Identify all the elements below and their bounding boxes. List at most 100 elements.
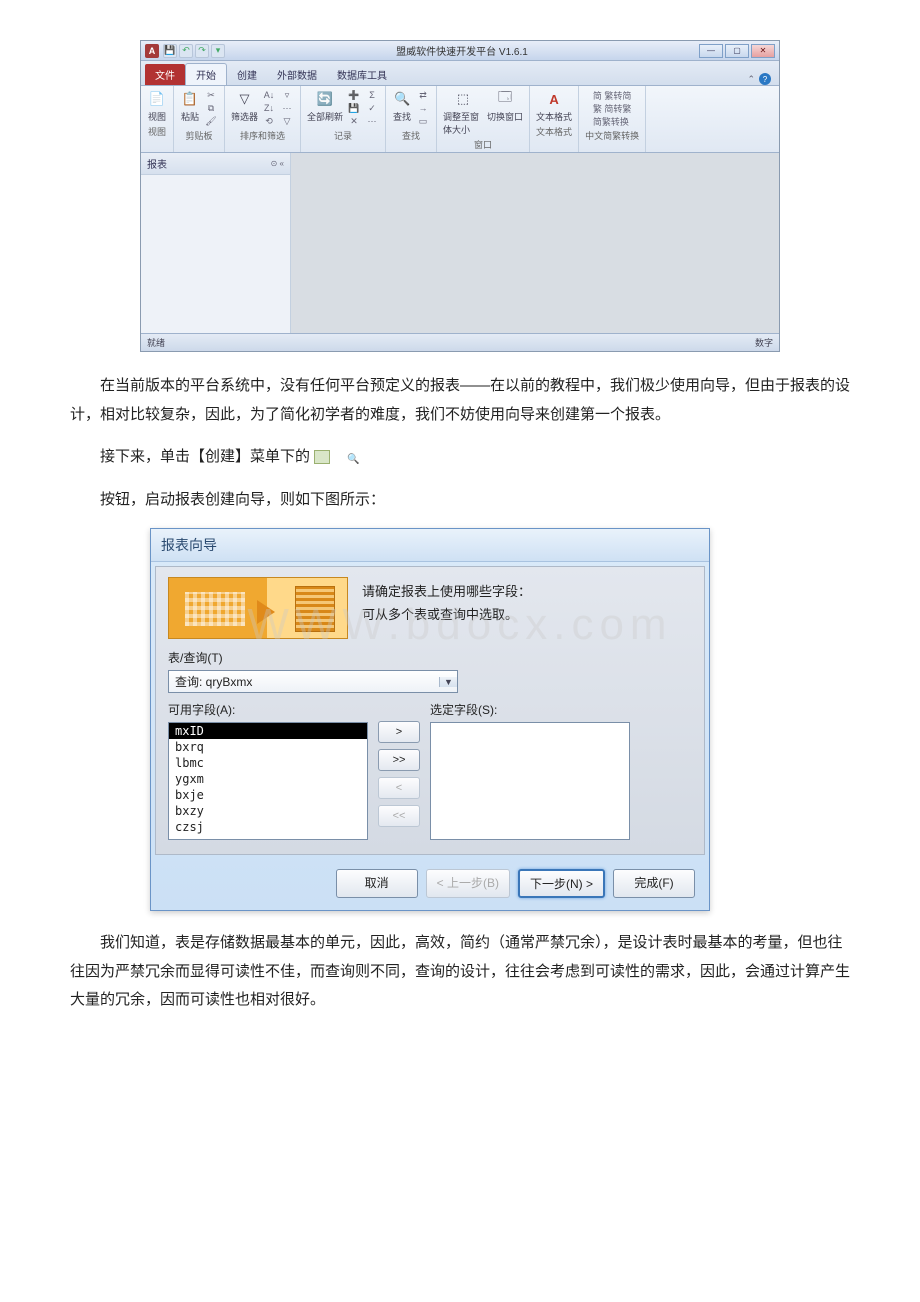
nav-header[interactable]: 报表 ⊙ « bbox=[141, 153, 290, 175]
arrow-icon bbox=[257, 600, 275, 624]
adv-filter-icon[interactable]: ⋯ bbox=[280, 102, 294, 114]
maximize-button[interactable]: ▢ bbox=[725, 44, 749, 58]
view-label: 视图 bbox=[148, 110, 166, 123]
clear-sort-icon[interactable]: ⟲ bbox=[262, 115, 276, 127]
list-item[interactable]: ygxm bbox=[169, 771, 367, 787]
delete-record-icon[interactable]: ✕ bbox=[347, 115, 361, 127]
article-body: 在当前版本的平台系统中，没有任何平台预定义的报表——在以前的教程中，我们极少使用… bbox=[70, 372, 850, 514]
textfmt-button[interactable]: A 文本格式 bbox=[536, 89, 572, 123]
more-records-icon[interactable]: ⋯ bbox=[365, 115, 379, 127]
qat-redo-icon[interactable]: ↷ bbox=[195, 44, 209, 58]
list-item[interactable]: bxrq bbox=[169, 739, 367, 755]
resize-button[interactable]: ⬚ 调整至窗体大小 bbox=[443, 89, 483, 136]
nav-toggle-icon[interactable]: ⊙ « bbox=[271, 159, 284, 168]
help-icon[interactable]: ? bbox=[759, 73, 771, 85]
statusbar: 就绪 数字 bbox=[141, 333, 779, 351]
find-label: 查找 bbox=[393, 110, 411, 123]
wizard-graphic bbox=[168, 577, 348, 639]
group-view: 📄 视图 视图 bbox=[141, 86, 174, 152]
group-window: ⬚ 调整至窗体大小 🗔 切换窗口 窗口 bbox=[437, 86, 530, 152]
find-icon: 🔍 bbox=[392, 89, 412, 109]
switch-window-label: 切换窗口 bbox=[487, 110, 523, 123]
totals-icon[interactable]: Σ bbox=[365, 89, 379, 101]
zh-simp-button[interactable]: 简 繁转简 bbox=[593, 89, 632, 101]
remove-all-button[interactable]: << bbox=[378, 805, 420, 827]
nav-body bbox=[141, 175, 290, 333]
brush-icon[interactable]: 🖌 bbox=[204, 115, 218, 127]
sel-filter-icon[interactable]: ▿ bbox=[280, 89, 294, 101]
ribbon-collapse-icon[interactable]: ⌃ bbox=[747, 74, 755, 85]
find-button[interactable]: 🔍 查找 bbox=[392, 89, 412, 123]
cancel-button[interactable]: 取消 bbox=[336, 869, 418, 898]
qat-save-icon[interactable]: 💾 bbox=[163, 44, 177, 58]
group-textfmt: A 文本格式 文本格式 bbox=[530, 86, 579, 152]
zh-conv-button[interactable]: 简繁转换 bbox=[593, 115, 629, 127]
report-wizard-inline-icon bbox=[314, 450, 330, 464]
sort-asc-icon[interactable]: A↓ bbox=[262, 89, 276, 101]
dropdown-icon[interactable]: ▼ bbox=[439, 677, 457, 687]
list-item[interactable]: lbmc bbox=[169, 755, 367, 771]
content-area: 报表 ⊙ « bbox=[141, 153, 779, 333]
refresh-button[interactable]: 🔄 全部刷新 bbox=[307, 89, 343, 123]
tab-start[interactable]: 开始 bbox=[185, 63, 227, 85]
wizard-head-2: 可从多个表或查询中选取。 bbox=[362, 604, 531, 623]
table-query-combo[interactable]: 查询: qryBxmx ▼ bbox=[168, 670, 458, 693]
zh-trad-button[interactable]: 繁 简转繁 bbox=[593, 102, 632, 114]
report-icon bbox=[295, 586, 335, 632]
select-icon[interactable]: ▭ bbox=[416, 115, 430, 127]
close-button[interactable]: ✕ bbox=[751, 44, 775, 58]
save-record-icon[interactable]: 💾 bbox=[347, 102, 361, 114]
textfmt-icon: A bbox=[544, 89, 564, 109]
group-zhconv: 简 繁转简 繁 简转繁 简繁转换 中文简繁转换 bbox=[579, 86, 646, 152]
add-all-button[interactable]: >> bbox=[378, 749, 420, 771]
group-records: 🔄 全部刷新 ➕ 💾 ✕ Σ ✓ ⋯ 记录 bbox=[301, 86, 386, 152]
replace-icon[interactable]: ⇄ bbox=[416, 89, 430, 101]
spellcheck-icon[interactable]: ✓ bbox=[365, 102, 379, 114]
paragraph-4: 我们知道，表是存储数据最基本的单元，因此，高效，简约（通常严禁冗余），是设计表时… bbox=[70, 929, 850, 1015]
ribbon-tabs: 文件 开始 创建 外部数据 数据库工具 ⌃ ? bbox=[141, 61, 779, 86]
window-title: 盟威软件快速开发平台 V1.6.1 bbox=[225, 43, 699, 58]
finish-button[interactable]: 完成(F) bbox=[613, 869, 695, 898]
cut-icon[interactable]: ✂ bbox=[204, 89, 218, 101]
wizard-head-1: 请确定报表上使用哪些字段： bbox=[362, 581, 531, 600]
tab-external[interactable]: 外部数据 bbox=[267, 64, 327, 85]
file-tab[interactable]: 文件 bbox=[145, 64, 185, 85]
group-sort-label: 排序和筛选 bbox=[240, 129, 285, 142]
selected-fields-listbox[interactable] bbox=[430, 722, 630, 840]
list-item[interactable]: mxID bbox=[169, 723, 367, 739]
wizard-footer: 取消 < 上一步(B) 下一步(N) > 完成(F) bbox=[151, 859, 709, 910]
minimize-button[interactable]: — bbox=[699, 44, 723, 58]
report-wizard-dialog: 报表向导 请确定报表上使用哪些字段： 可从多个表或查询中选取。 表/查询(T) … bbox=[150, 528, 710, 911]
table-query-label: 表/查询(T) bbox=[168, 649, 692, 666]
tab-create[interactable]: 创建 bbox=[227, 64, 267, 85]
copy-icon[interactable]: ⧉ bbox=[204, 102, 218, 114]
filter-button[interactable]: ▽ 筛选器 bbox=[231, 89, 258, 123]
paragraph-2: 接下来，单击【创建】菜单下的 bbox=[70, 443, 850, 472]
list-item[interactable]: czsj bbox=[169, 819, 367, 835]
group-sort: ▽ 筛选器 A↓ Z↓ ⟲ ▿ ⋯ ▽ 排序和筛选 bbox=[225, 86, 301, 152]
remove-field-button[interactable]: < bbox=[378, 777, 420, 799]
paste-icon: 📋 bbox=[180, 89, 200, 109]
group-zhconv-label: 中文简繁转换 bbox=[585, 129, 639, 142]
window-controls: — ▢ ✕ bbox=[699, 44, 775, 58]
qat-undo-icon[interactable]: ↶ bbox=[179, 44, 193, 58]
list-item[interactable]: bxje bbox=[169, 787, 367, 803]
switch-window-button[interactable]: 🗔 切换窗口 bbox=[487, 89, 523, 123]
view-button[interactable]: 📄 视图 bbox=[147, 89, 167, 123]
qat-more-icon[interactable]: ▾ bbox=[211, 44, 225, 58]
status-right: 数字 bbox=[755, 336, 773, 349]
next-button[interactable]: 下一步(N) > bbox=[518, 869, 605, 898]
goto-icon[interactable]: → bbox=[416, 102, 430, 114]
available-fields-listbox[interactable]: mxID bxrq lbmc ygxm bxje bxzy czsj bbox=[168, 722, 368, 840]
list-item[interactable]: bxzy bbox=[169, 803, 367, 819]
toggle-filter-icon[interactable]: ▽ bbox=[280, 115, 294, 127]
new-record-icon[interactable]: ➕ bbox=[347, 89, 361, 101]
sort-desc-icon[interactable]: Z↓ bbox=[262, 102, 276, 114]
textfmt-label: 文本格式 bbox=[536, 110, 572, 123]
nav-pane: 报表 ⊙ « bbox=[141, 153, 291, 333]
nav-title: 报表 bbox=[147, 156, 167, 171]
back-button[interactable]: < 上一步(B) bbox=[426, 869, 510, 898]
paste-button[interactable]: 📋 粘贴 bbox=[180, 89, 200, 123]
tab-dbtools[interactable]: 数据库工具 bbox=[327, 64, 397, 85]
add-field-button[interactable]: > bbox=[378, 721, 420, 743]
